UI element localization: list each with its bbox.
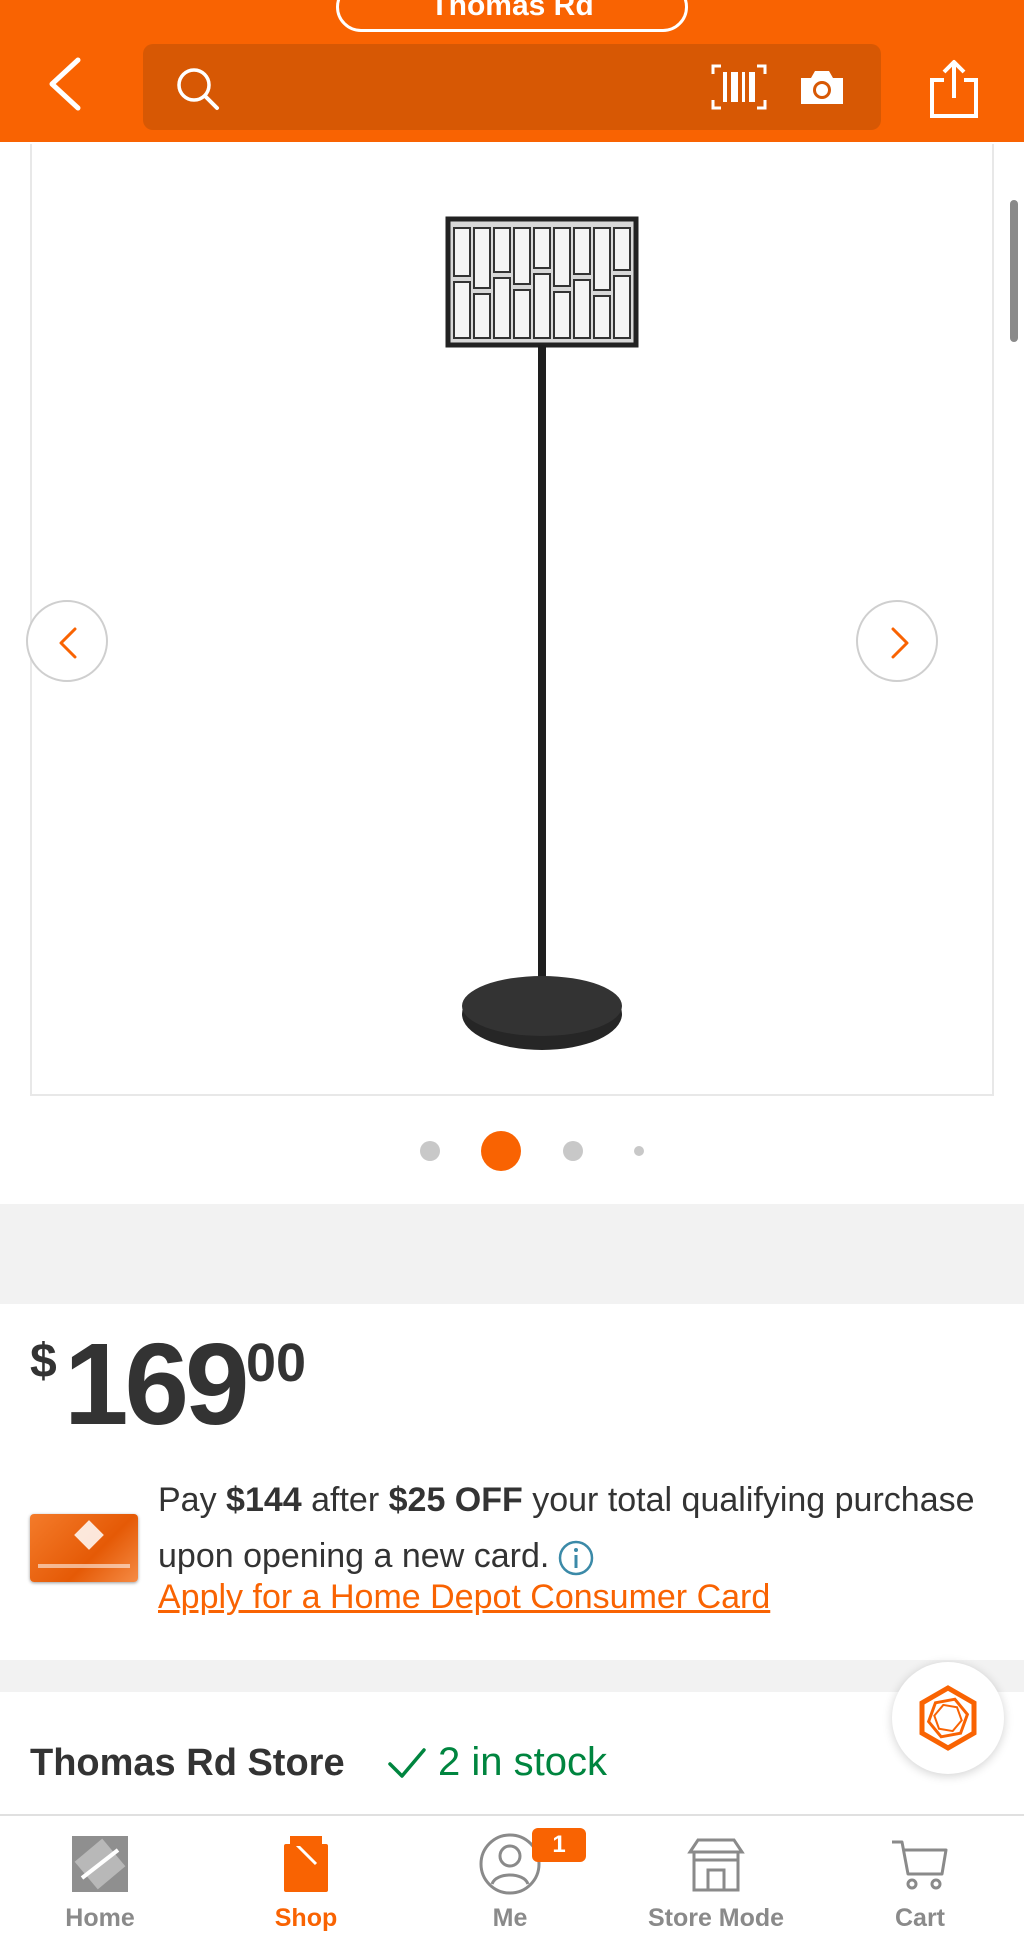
- nav-cart-label: Cart: [894, 1904, 945, 1932]
- product-image-frame[interactable]: [30, 144, 994, 1096]
- bottom-navigation: Home Shop Me 1 Store Mode Cart: [0, 1814, 1024, 1940]
- card-number-strip: [38, 1564, 130, 1568]
- top-bar: Thomas Rd: [0, 0, 1024, 142]
- nav-me-label: Me: [492, 1904, 528, 1932]
- share-icon: [930, 60, 978, 118]
- section-divider: [0, 1660, 1024, 1692]
- info-icon[interactable]: [557, 1539, 595, 1577]
- home-depot-logo-icon: [72, 1836, 128, 1892]
- pagination-dot[interactable]: [634, 1146, 644, 1156]
- chevron-left-icon: [49, 57, 81, 111]
- apply-card-link[interactable]: Apply for a Home Depot Consumer Card: [158, 1578, 770, 1617]
- store-icon: [687, 1838, 745, 1892]
- scrollbar[interactable]: [1010, 200, 1018, 342]
- section-divider: [0, 1204, 1024, 1304]
- home-depot-logo-icon: [74, 1520, 104, 1550]
- chat-assistant-button[interactable]: [892, 1662, 1004, 1774]
- price-cents: 00: [246, 1333, 307, 1393]
- promo-discount: $25 OFF: [388, 1481, 523, 1519]
- assistant-hexagon-icon: [919, 1685, 977, 1751]
- nav-shop-label: Shop: [274, 1904, 338, 1932]
- nav-cart[interactable]: Cart: [820, 1816, 1020, 1940]
- nav-home[interactable]: Home: [0, 1816, 200, 1940]
- chevron-right-icon: [891, 627, 909, 659]
- credit-card-image: [30, 1514, 138, 1582]
- store-selector-label: Thomas Rd: [430, 0, 594, 21]
- notification-badge: 1: [532, 1828, 586, 1862]
- store-name[interactable]: Thomas Rd Store: [30, 1742, 345, 1785]
- promo-amount: $144: [226, 1481, 302, 1519]
- share-button[interactable]: [926, 58, 982, 120]
- promo-prefix: Pay: [158, 1481, 227, 1519]
- checkmark-icon: [388, 1748, 426, 1778]
- nav-shop[interactable]: Shop: [206, 1816, 406, 1940]
- back-button[interactable]: [40, 52, 90, 116]
- store-availability: Thomas Rd Store 2 in stock: [0, 1692, 1024, 1812]
- camera-icon[interactable]: [797, 66, 847, 108]
- chevron-left-icon: [59, 627, 77, 659]
- price-currency: $: [30, 1335, 57, 1388]
- barcode-scan-icon[interactable]: [711, 64, 767, 110]
- product-image: [445, 216, 639, 1050]
- price-dollars: 169: [64, 1319, 250, 1449]
- promo-middle: after: [301, 1481, 389, 1519]
- search-icon: [177, 68, 219, 110]
- pagination-dot[interactable]: [563, 1141, 583, 1161]
- financing-promo: Pay $144 after $25 OFF your total qualif…: [158, 1472, 998, 1584]
- cart-icon: [892, 1840, 948, 1890]
- previous-image-button[interactable]: [26, 600, 108, 682]
- pagination-dot-active[interactable]: [481, 1131, 521, 1171]
- pagination-dot[interactable]: [420, 1141, 440, 1161]
- next-image-button[interactable]: [856, 600, 938, 682]
- stock-status: 2 in stock: [438, 1740, 607, 1784]
- nav-store-mode-label: Store Mode: [647, 1904, 785, 1932]
- shop-bag-icon: [284, 1836, 328, 1892]
- store-selector[interactable]: Thomas Rd: [336, 0, 688, 32]
- gallery-pagination: [0, 1128, 1024, 1172]
- nav-home-label: Home: [65, 1904, 135, 1932]
- search-input[interactable]: [143, 44, 881, 130]
- nav-store-mode[interactable]: Store Mode: [616, 1816, 816, 1940]
- product-gallery: [0, 142, 1024, 1204]
- price-section: $ 169 00 Pay $144 after $25 OFF your tot…: [0, 1304, 1024, 1660]
